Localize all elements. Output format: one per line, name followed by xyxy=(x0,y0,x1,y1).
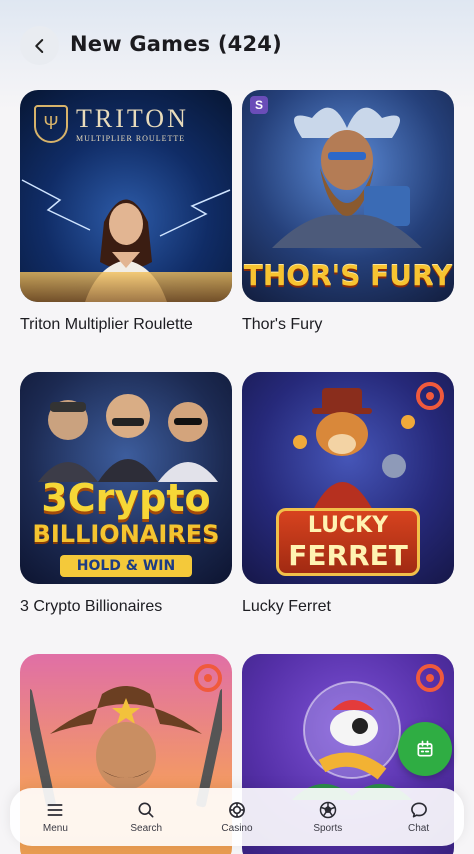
menu-icon xyxy=(47,804,63,816)
provider-badge-icon: S xyxy=(250,96,268,114)
game-title[interactable]: Lucky Ferret xyxy=(242,598,454,616)
art-title: LUCKY xyxy=(307,513,389,538)
casino-chip-icon xyxy=(229,802,245,818)
game-title[interactable]: 3 Crypto Billionaires xyxy=(20,598,232,616)
nav-label: Search xyxy=(130,823,163,834)
thor-figure-icon xyxy=(272,107,422,248)
nav-item-casino[interactable]: Casino xyxy=(197,800,277,834)
nav-item-sports[interactable]: Sports xyxy=(288,800,368,834)
game-thumbnail[interactable]: Ψ TRITON MULTIPLIER ROULETTE xyxy=(20,90,232,302)
nav-label: Casino xyxy=(221,823,253,834)
title-plate: LUCKY FERRET xyxy=(276,508,420,576)
game-thumbnail[interactable]: THOR'S FURY S xyxy=(242,90,454,302)
nav-label: Chat xyxy=(408,823,430,834)
nav-item-search[interactable]: Search xyxy=(106,800,186,834)
art-title: 3Crypto xyxy=(41,476,211,520)
chevron-left-icon xyxy=(34,38,43,53)
page-title: New Games (424) xyxy=(70,32,282,56)
calendar-button[interactable] xyxy=(398,722,452,776)
page-header: New Games (424) xyxy=(0,0,474,90)
triton-logo: Ψ TRITON MULTIPLIER ROULETTE xyxy=(34,104,189,143)
art-title-2: FERRET xyxy=(288,539,408,572)
game-title[interactable]: Triton Multiplier Roulette xyxy=(20,316,232,334)
game-title[interactable]: Thor's Fury xyxy=(242,316,454,334)
billionaire-characters-icon xyxy=(38,394,218,482)
art-title-2: BILLIONAIRES xyxy=(32,520,220,548)
game-card-crypto-billionaires[interactable]: 3Crypto BILLIONAIRES HOLD & WIN 3 Crypto… xyxy=(20,372,232,616)
calendar-icon xyxy=(417,740,433,757)
search-icon xyxy=(138,802,154,818)
art-title: THOR'S FURY xyxy=(243,259,453,292)
soccer-ball-icon xyxy=(319,801,337,819)
art-badge: HOLD & WIN xyxy=(60,555,192,577)
art-subtitle: MULTIPLIER ROULETTE xyxy=(76,134,186,143)
nav-label: Menu xyxy=(42,823,68,834)
back-button[interactable] xyxy=(20,26,59,65)
game-card-lucky-ferret[interactable]: LUCKY FERRET Lucky Ferret xyxy=(242,372,454,616)
table-edge xyxy=(20,272,232,302)
trident-icon: Ψ xyxy=(34,104,68,143)
bottom-navigation: Menu Search Casino Sports Chat xyxy=(10,788,464,846)
chat-bubble-icon xyxy=(410,802,427,818)
game-thumbnail[interactable]: 3Crypto BILLIONAIRES HOLD & WIN xyxy=(20,372,232,584)
nav-item-chat[interactable]: Chat xyxy=(379,800,459,834)
ferret-character-icon xyxy=(293,388,415,512)
art-title: TRITON xyxy=(76,104,189,133)
game-thumbnail[interactable]: LUCKY FERRET xyxy=(242,372,454,584)
game-card-triton[interactable]: Ψ TRITON MULTIPLIER ROULETTE Triton Mult… xyxy=(20,90,232,334)
nav-label: Sports xyxy=(313,823,343,834)
lightning-icon xyxy=(21,179,231,237)
nav-item-menu[interactable]: Menu xyxy=(15,800,95,834)
game-card-thors-fury[interactable]: THOR'S FURY S Thor's Fury xyxy=(242,90,454,334)
